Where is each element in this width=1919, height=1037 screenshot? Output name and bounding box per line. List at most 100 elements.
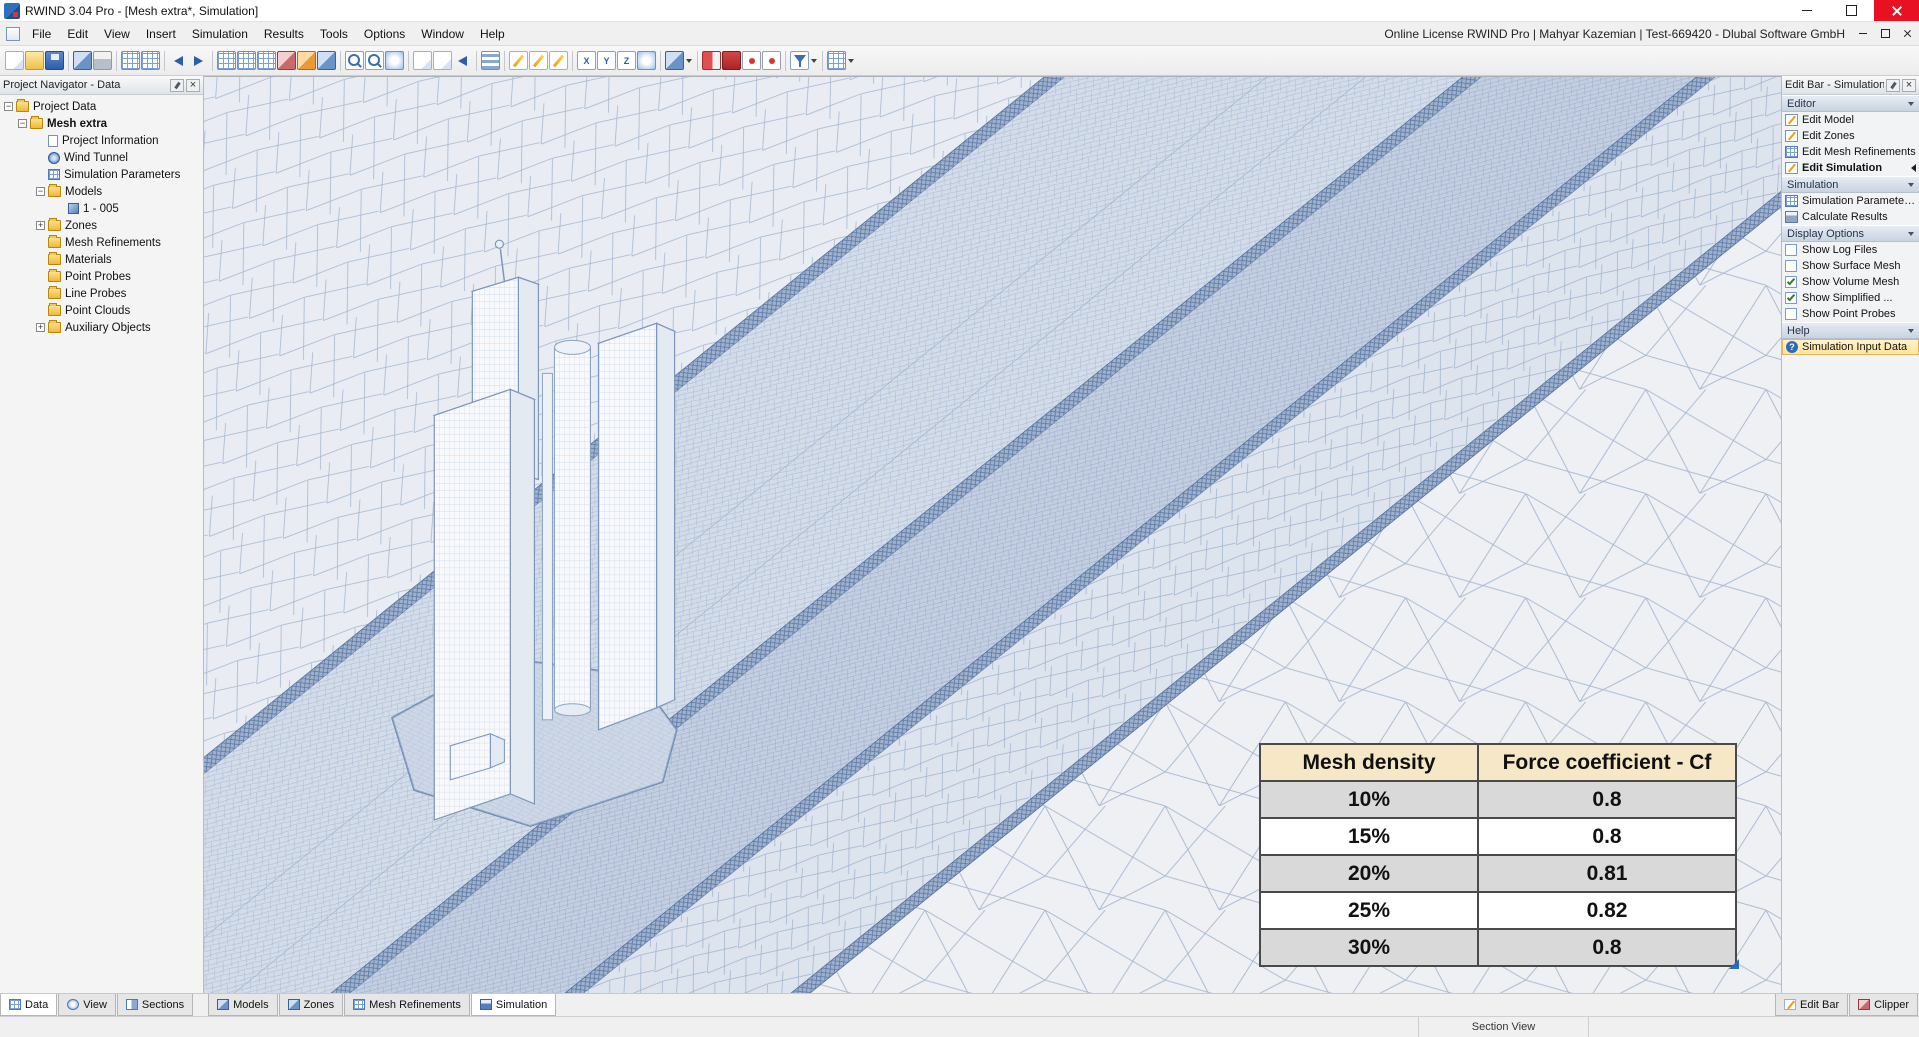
tab-data[interactable]: Data (0, 994, 58, 1016)
point-probe-icon[interactable] (742, 51, 761, 70)
tree-item-materials[interactable]: Materials (0, 251, 203, 268)
tree-item-zones[interactable]: Zones (0, 217, 203, 234)
section-display-options[interactable]: Display Options (1782, 225, 1919, 242)
option-show-volume-mesh[interactable]: Show Volume Mesh (1782, 274, 1919, 290)
tab-edit-bar[interactable]: Edit Bar (1775, 994, 1849, 1016)
editbar-item-edit-zones[interactable]: Edit Zones (1782, 128, 1919, 144)
tab-simulation[interactable]: Simulation (470, 994, 557, 1016)
tree-item-mesh-refinements[interactable]: Mesh Refinements (0, 234, 203, 251)
editbar-item-edit-mesh-refinements[interactable]: Edit Mesh Refinements (1782, 144, 1919, 160)
display-properties-icon[interactable] (827, 51, 846, 70)
tree-item-model-1-005[interactable]: 1 - 005 (0, 200, 203, 217)
tab-zones[interactable]: Zones (278, 994, 344, 1016)
editbar-item-edit-model[interactable]: Edit Model (1782, 112, 1919, 128)
section-simulation[interactable]: Simulation (1782, 176, 1919, 193)
line-probe-icon[interactable] (762, 51, 781, 70)
tree-item-point-clouds[interactable]: Point Clouds (0, 302, 203, 319)
isometric-view-dropdown-icon[interactable] (685, 51, 693, 70)
menu-simulation[interactable]: Simulation (184, 23, 256, 45)
renumber-icon[interactable] (217, 51, 236, 70)
filter-dropdown-icon[interactable] (810, 51, 818, 70)
undo-icon[interactable] (169, 51, 188, 70)
menu-insert[interactable]: Insert (138, 23, 184, 45)
collapse-icon[interactable] (4, 102, 13, 111)
draw-rectangle-icon[interactable] (549, 51, 568, 70)
editbar-item-simulation-input-data[interactable]: Simulation Input Data (1782, 339, 1919, 355)
expand-icon[interactable] (36, 323, 45, 332)
checkbox-icon[interactable] (1785, 244, 1797, 256)
view-x-icon[interactable]: X (577, 51, 596, 70)
checkbox-icon[interactable] (1785, 276, 1797, 288)
print-icon[interactable] (93, 51, 112, 70)
section-editor[interactable]: Editor (1782, 95, 1919, 112)
expand-icon[interactable] (36, 221, 45, 230)
mesh-settings-icon[interactable] (257, 51, 276, 70)
option-show-point-probes[interactable]: Show Point Probes (1782, 306, 1919, 322)
redo-icon[interactable] (189, 51, 208, 70)
close-icon[interactable] (186, 78, 200, 92)
pin-icon[interactable] (170, 78, 184, 92)
zoom-window-icon[interactable] (365, 51, 384, 70)
menu-options[interactable]: Options (356, 23, 413, 45)
mdi-minimize-button[interactable] (1853, 26, 1873, 42)
generate-mesh-icon[interactable] (237, 51, 256, 70)
tree-item-models[interactable]: Models (0, 183, 203, 200)
more-options-icon[interactable] (847, 51, 855, 70)
tab-clipper[interactable]: Clipper (1849, 994, 1918, 1016)
checkbox-icon[interactable] (1785, 308, 1797, 320)
recalculate-icon[interactable] (317, 51, 336, 70)
close-icon[interactable] (1902, 78, 1916, 92)
visibility-filter-icon[interactable] (790, 51, 809, 70)
collapse-icon[interactable] (18, 119, 27, 128)
menu-results[interactable]: Results (256, 23, 312, 45)
menu-file[interactable]: File (24, 23, 59, 45)
option-show-log-files[interactable]: Show Log Files (1782, 242, 1919, 258)
perspective-view-icon[interactable] (637, 51, 656, 70)
menu-help[interactable]: Help (472, 23, 513, 45)
pin-icon[interactable] (1886, 78, 1900, 92)
tree-item-point-probes[interactable]: Point Probes (0, 268, 203, 285)
tree-item-wind-tunnel[interactable]: Wind Tunnel (0, 149, 203, 166)
new-file-icon[interactable] (5, 51, 24, 70)
editbar-item-simulation-parameters[interactable]: Simulation Parameter... (1782, 193, 1919, 209)
tables-toggle-icon[interactable] (141, 51, 160, 70)
tree-item-auxiliary-objects[interactable]: Auxiliary Objects (0, 319, 203, 336)
show-all-icon[interactable] (385, 51, 404, 70)
view-y-icon[interactable]: Y (597, 51, 616, 70)
navigator-toggle-icon[interactable] (121, 51, 140, 70)
manage-units-icon[interactable] (73, 51, 92, 70)
table-resize-grip[interactable] (1729, 959, 1739, 969)
editbar-item-calculate-results[interactable]: Calculate Results (1782, 209, 1919, 225)
tab-sections[interactable]: Sections (116, 994, 194, 1016)
editbar-item-edit-simulation[interactable]: Edit Simulation (1782, 160, 1919, 176)
tab-mesh-refinements[interactable]: Mesh Refinements (344, 994, 470, 1016)
tree-item-project-data[interactable]: Project Data (0, 98, 203, 115)
tree-item-simulation-parameters[interactable]: Simulation Parameters (0, 166, 203, 183)
collapse-icon[interactable] (36, 187, 45, 196)
menu-edit[interactable]: Edit (59, 23, 96, 45)
option-show-simplified[interactable]: Show Simplified ... (1782, 290, 1919, 306)
zoom-in-icon[interactable] (345, 51, 364, 70)
menu-view[interactable]: View (96, 23, 138, 45)
checkbox-icon[interactable] (1785, 260, 1797, 272)
tab-models[interactable]: Models (208, 994, 278, 1016)
layers-icon[interactable] (481, 51, 500, 70)
open-file-icon[interactable] (25, 51, 44, 70)
menu-window[interactable]: Window (413, 23, 472, 45)
mdi-restore-button[interactable] (1875, 26, 1895, 42)
option-show-surface-mesh[interactable]: Show Surface Mesh (1782, 258, 1919, 274)
tree-item-line-probes[interactable]: Line Probes (0, 285, 203, 302)
draw-polyline-icon[interactable] (529, 51, 548, 70)
tab-view[interactable]: View (58, 994, 116, 1016)
menu-tools[interactable]: Tools (312, 23, 356, 45)
arrow-tool-icon[interactable] (453, 51, 472, 70)
clipping-plane-icon[interactable] (413, 51, 432, 70)
mesh-quality-icon[interactable] (277, 51, 296, 70)
model-check-icon[interactable] (297, 51, 316, 70)
isometric-view-icon[interactable] (665, 51, 684, 70)
3d-viewport[interactable]: Mesh density Force coefficient - Cf 10% … (204, 76, 1781, 993)
tree-item-mesh-extra[interactable]: Mesh extra (0, 115, 203, 132)
view-z-icon[interactable]: Z (617, 51, 636, 70)
checkbox-icon[interactable] (1785, 292, 1797, 304)
save-file-icon[interactable] (45, 51, 64, 70)
